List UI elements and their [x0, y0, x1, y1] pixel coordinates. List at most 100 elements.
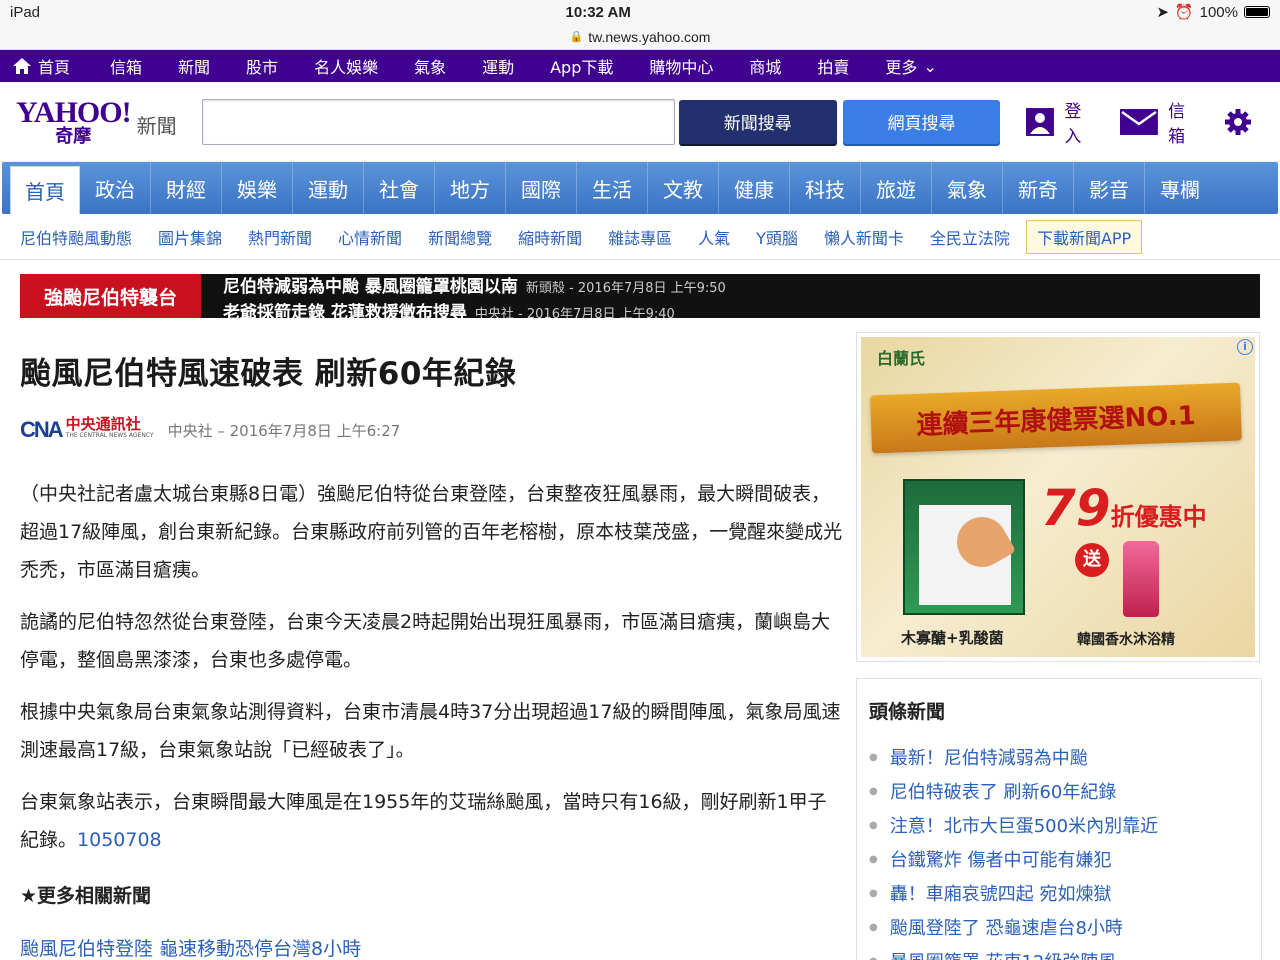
- ad-ribbon: 連續三年康健票選NO.1: [870, 382, 1242, 454]
- headline-item[interactable]: ● 最新！尼伯特減弱為中颱: [869, 740, 1249, 774]
- global-nav-sports[interactable]: 運動: [482, 54, 514, 78]
- headline-text: 颱風登陸了 恐龜速虐台8小時: [889, 918, 1123, 939]
- ad-caption: 木寡醣+乳酸菌: [901, 629, 1004, 647]
- article-source: 中央社 – 2016年7月8日 上午6:27: [167, 421, 401, 440]
- subnav-mood[interactable]: 心情新聞: [338, 225, 402, 249]
- headline-item[interactable]: ● 台鐵驚炸 傷者中可能有嫌犯: [869, 842, 1249, 876]
- category-bar: 首頁 政治 財經 娛樂 運動 社會 地方 國際 生活 文教 健康 科技 旅遊 氣…: [2, 162, 1278, 214]
- category-odd[interactable]: 新奇: [1003, 162, 1074, 214]
- category-local[interactable]: 地方: [435, 162, 506, 214]
- cna-logo[interactable]: CNA 中央通訊社 THE CENTRAL NEWS AGENCY: [20, 417, 154, 443]
- ad-brand: 白蘭氏: [877, 349, 926, 368]
- site-header: YAHOO! 奇摩 新聞 新聞搜尋 網頁搜尋 登入 信箱: [0, 82, 1280, 162]
- headline-text: 暴風圈籠罩 花東12級強陣風: [890, 948, 1117, 960]
- category-politics[interactable]: 政治: [80, 162, 151, 214]
- bullet-icon: ●: [869, 785, 878, 797]
- ticker-meta: 中央社 - 2016年7月8日 上午9:40: [474, 307, 675, 318]
- subnav-typhoon[interactable]: 尼伯特颱風動態: [20, 225, 132, 249]
- related-news-link[interactable]: 颱風尼伯特登陸 龜速移動恐停台灣8小時: [20, 934, 844, 960]
- lock-icon: 🔒: [569, 31, 584, 43]
- subnav-overview[interactable]: 新聞總覽: [428, 225, 492, 249]
- global-nav-home[interactable]: 首頁: [12, 54, 70, 78]
- global-nav-celebrity[interactable]: 名人娛樂: [314, 54, 378, 78]
- subnav-lazy-cards[interactable]: 懶人新聞卡: [824, 225, 904, 249]
- battery-percent: 100%: [1199, 3, 1238, 21]
- category-weather[interactable]: 氣象: [932, 162, 1003, 214]
- category-education[interactable]: 文教: [648, 162, 719, 214]
- global-nav-mail[interactable]: 信箱: [110, 54, 142, 78]
- breaking-ticker: 尼伯特減弱為中颱 暴風圈籠罩桃園以南 新頭殼 - 2016年7月8日 上午9:50…: [201, 274, 1260, 318]
- chevron-down-icon: ⌄: [923, 56, 937, 76]
- headline-text: 注意！北市大巨蛋500米內別靠近: [889, 816, 1159, 837]
- category-tech[interactable]: 科技: [790, 162, 861, 214]
- search-input[interactable]: [201, 98, 675, 145]
- gear-icon: [1225, 108, 1251, 135]
- ticker-headline: 尼伯特減弱為中颱 暴風圈籠罩桃園以南: [223, 277, 518, 297]
- subnav-timelapse[interactable]: 縮時新聞: [518, 225, 582, 249]
- subnav-legislature[interactable]: 全民立法院: [930, 225, 1010, 249]
- login-link[interactable]: 登入: [1026, 97, 1098, 147]
- headline-text: 最新！尼伯特減弱為中颱: [889, 748, 1088, 769]
- subnav-photos[interactable]: 圖片集錦: [158, 225, 222, 249]
- settings-button[interactable]: [1224, 108, 1252, 136]
- logo-news-text: 新聞: [136, 114, 177, 138]
- global-nav-weather[interactable]: 氣象: [414, 54, 446, 78]
- address-bar[interactable]: 🔒 tw.news.yahoo.com: [0, 24, 1280, 50]
- cna-logo-zh: 中央通訊社: [65, 415, 141, 433]
- headlines-panel: 頭條新聞 ● 最新！尼伯特減弱為中颱 ● 尼伯特破表了 刷新60年紀錄 ● 注意！北市…: [856, 678, 1262, 960]
- headline-text: 轟！車廂哀號四起 宛如煉獄: [889, 884, 1112, 905]
- category-society[interactable]: 社會: [364, 162, 435, 214]
- yahoo-logo-mark: YAHOO! 奇摩: [16, 97, 132, 146]
- category-video[interactable]: 影音: [1074, 162, 1145, 214]
- yahoo-news-logo[interactable]: YAHOO! 奇摩 新聞: [16, 97, 186, 146]
- related-news-heading: ★更多相關新聞: [20, 885, 152, 907]
- category-life[interactable]: 生活: [577, 162, 648, 214]
- headline-item[interactable]: ● 暴風圈籠罩 花東12級強陣風: [869, 944, 1249, 960]
- subnav-ybrain[interactable]: Y頭腦: [756, 225, 798, 249]
- mail-link[interactable]: 信箱: [1120, 97, 1202, 147]
- ad-info-icon[interactable]: i: [1237, 339, 1253, 355]
- ticker-item[interactable]: 老爺採箭走錄 花蓮救援徵布搜尋 中央社 - 2016年7月8日 上午9:40: [223, 298, 675, 318]
- web-search-button[interactable]: 網頁搜尋: [842, 99, 1001, 144]
- breaking-tag[interactable]: 強颱尼伯特襲台: [20, 274, 201, 318]
- device-label: iPad: [10, 3, 41, 21]
- global-nav-more[interactable]: 更多 ⌄: [885, 54, 936, 78]
- category-sports[interactable]: 運動: [293, 162, 364, 214]
- ticker-headline: 老爺採箭走錄 花蓮救援徵布搜尋: [223, 303, 467, 318]
- news-search-button[interactable]: 新聞搜尋: [678, 99, 837, 144]
- headline-item[interactable]: ● 尼伯特破表了 刷新60年紀錄: [869, 774, 1249, 808]
- subnav-popular[interactable]: 人氣: [698, 225, 730, 249]
- bullet-icon: ●: [869, 887, 878, 899]
- ad-price-suffix: 折優惠中: [1110, 503, 1207, 531]
- ticker-item[interactable]: 尼伯特減弱為中颱 暴風圈籠罩桃園以南 新頭殼 - 2016年7月8日 上午9:50: [223, 274, 726, 297]
- article-paragraph: 詭譎的尼伯特忽然從台東登陸，台東今天凌晨2時起開始出現狂風暴雨，市區滿目瘡痍，蘭…: [20, 611, 831, 671]
- category-international[interactable]: 國際: [506, 162, 577, 214]
- headline-item[interactable]: ● 注意！北市大巨蛋500米內別靠近: [869, 808, 1249, 842]
- date-code-link[interactable]: 1050708: [77, 829, 162, 851]
- article-meta: CNA 中央通訊社 THE CENTRAL NEWS AGENCY 中央社 – …: [20, 415, 844, 445]
- category-travel[interactable]: 旅遊: [861, 162, 932, 214]
- headline-item[interactable]: ● 颱風登陸了 恐龜速虐台8小時: [869, 910, 1249, 944]
- category-health[interactable]: 健康: [719, 162, 790, 214]
- global-nav-auction[interactable]: 拍賣: [817, 54, 849, 78]
- url-text: tw.news.yahoo.com: [588, 28, 711, 45]
- category-column[interactable]: 專欄: [1145, 162, 1215, 214]
- ad-banner: 白蘭氏 i 連續三年康健票選NO.1 79折優惠中 送 木寡醣+乳酸菌 韓國香水…: [861, 337, 1255, 657]
- global-nav-label: 首頁: [38, 58, 71, 77]
- global-nav-app[interactable]: App下載: [550, 54, 613, 78]
- global-nav-mall[interactable]: 商城: [749, 54, 781, 78]
- subnav-hot[interactable]: 熱門新聞: [248, 225, 312, 249]
- download-app-button[interactable]: 下載新聞APP: [1025, 219, 1143, 254]
- breaking-news-bar: 強颱尼伯特襲台 尼伯特減弱為中颱 暴風圈籠罩桃園以南 新頭殼 - 2016年7月8…: [20, 274, 1260, 318]
- global-nav-stock[interactable]: 股市: [246, 54, 278, 78]
- advertisement[interactable]: 白蘭氏 i 連續三年康健票選NO.1 79折優惠中 送 木寡醣+乳酸菌 韓國香水…: [856, 332, 1260, 662]
- headline-item[interactable]: ● 轟！車廂哀號四起 宛如煉獄: [869, 876, 1249, 910]
- category-finance[interactable]: 財經: [151, 162, 222, 214]
- category-home[interactable]: 首頁: [10, 166, 80, 214]
- subnav-magazine[interactable]: 雜誌專區: [608, 225, 672, 249]
- category-entertainment[interactable]: 娛樂: [222, 162, 293, 214]
- user-icon: [1026, 107, 1055, 136]
- ad-price-number: 79: [1041, 479, 1111, 537]
- global-nav-news[interactable]: 新聞: [178, 54, 210, 78]
- global-nav-shopping[interactable]: 購物中心: [649, 54, 713, 78]
